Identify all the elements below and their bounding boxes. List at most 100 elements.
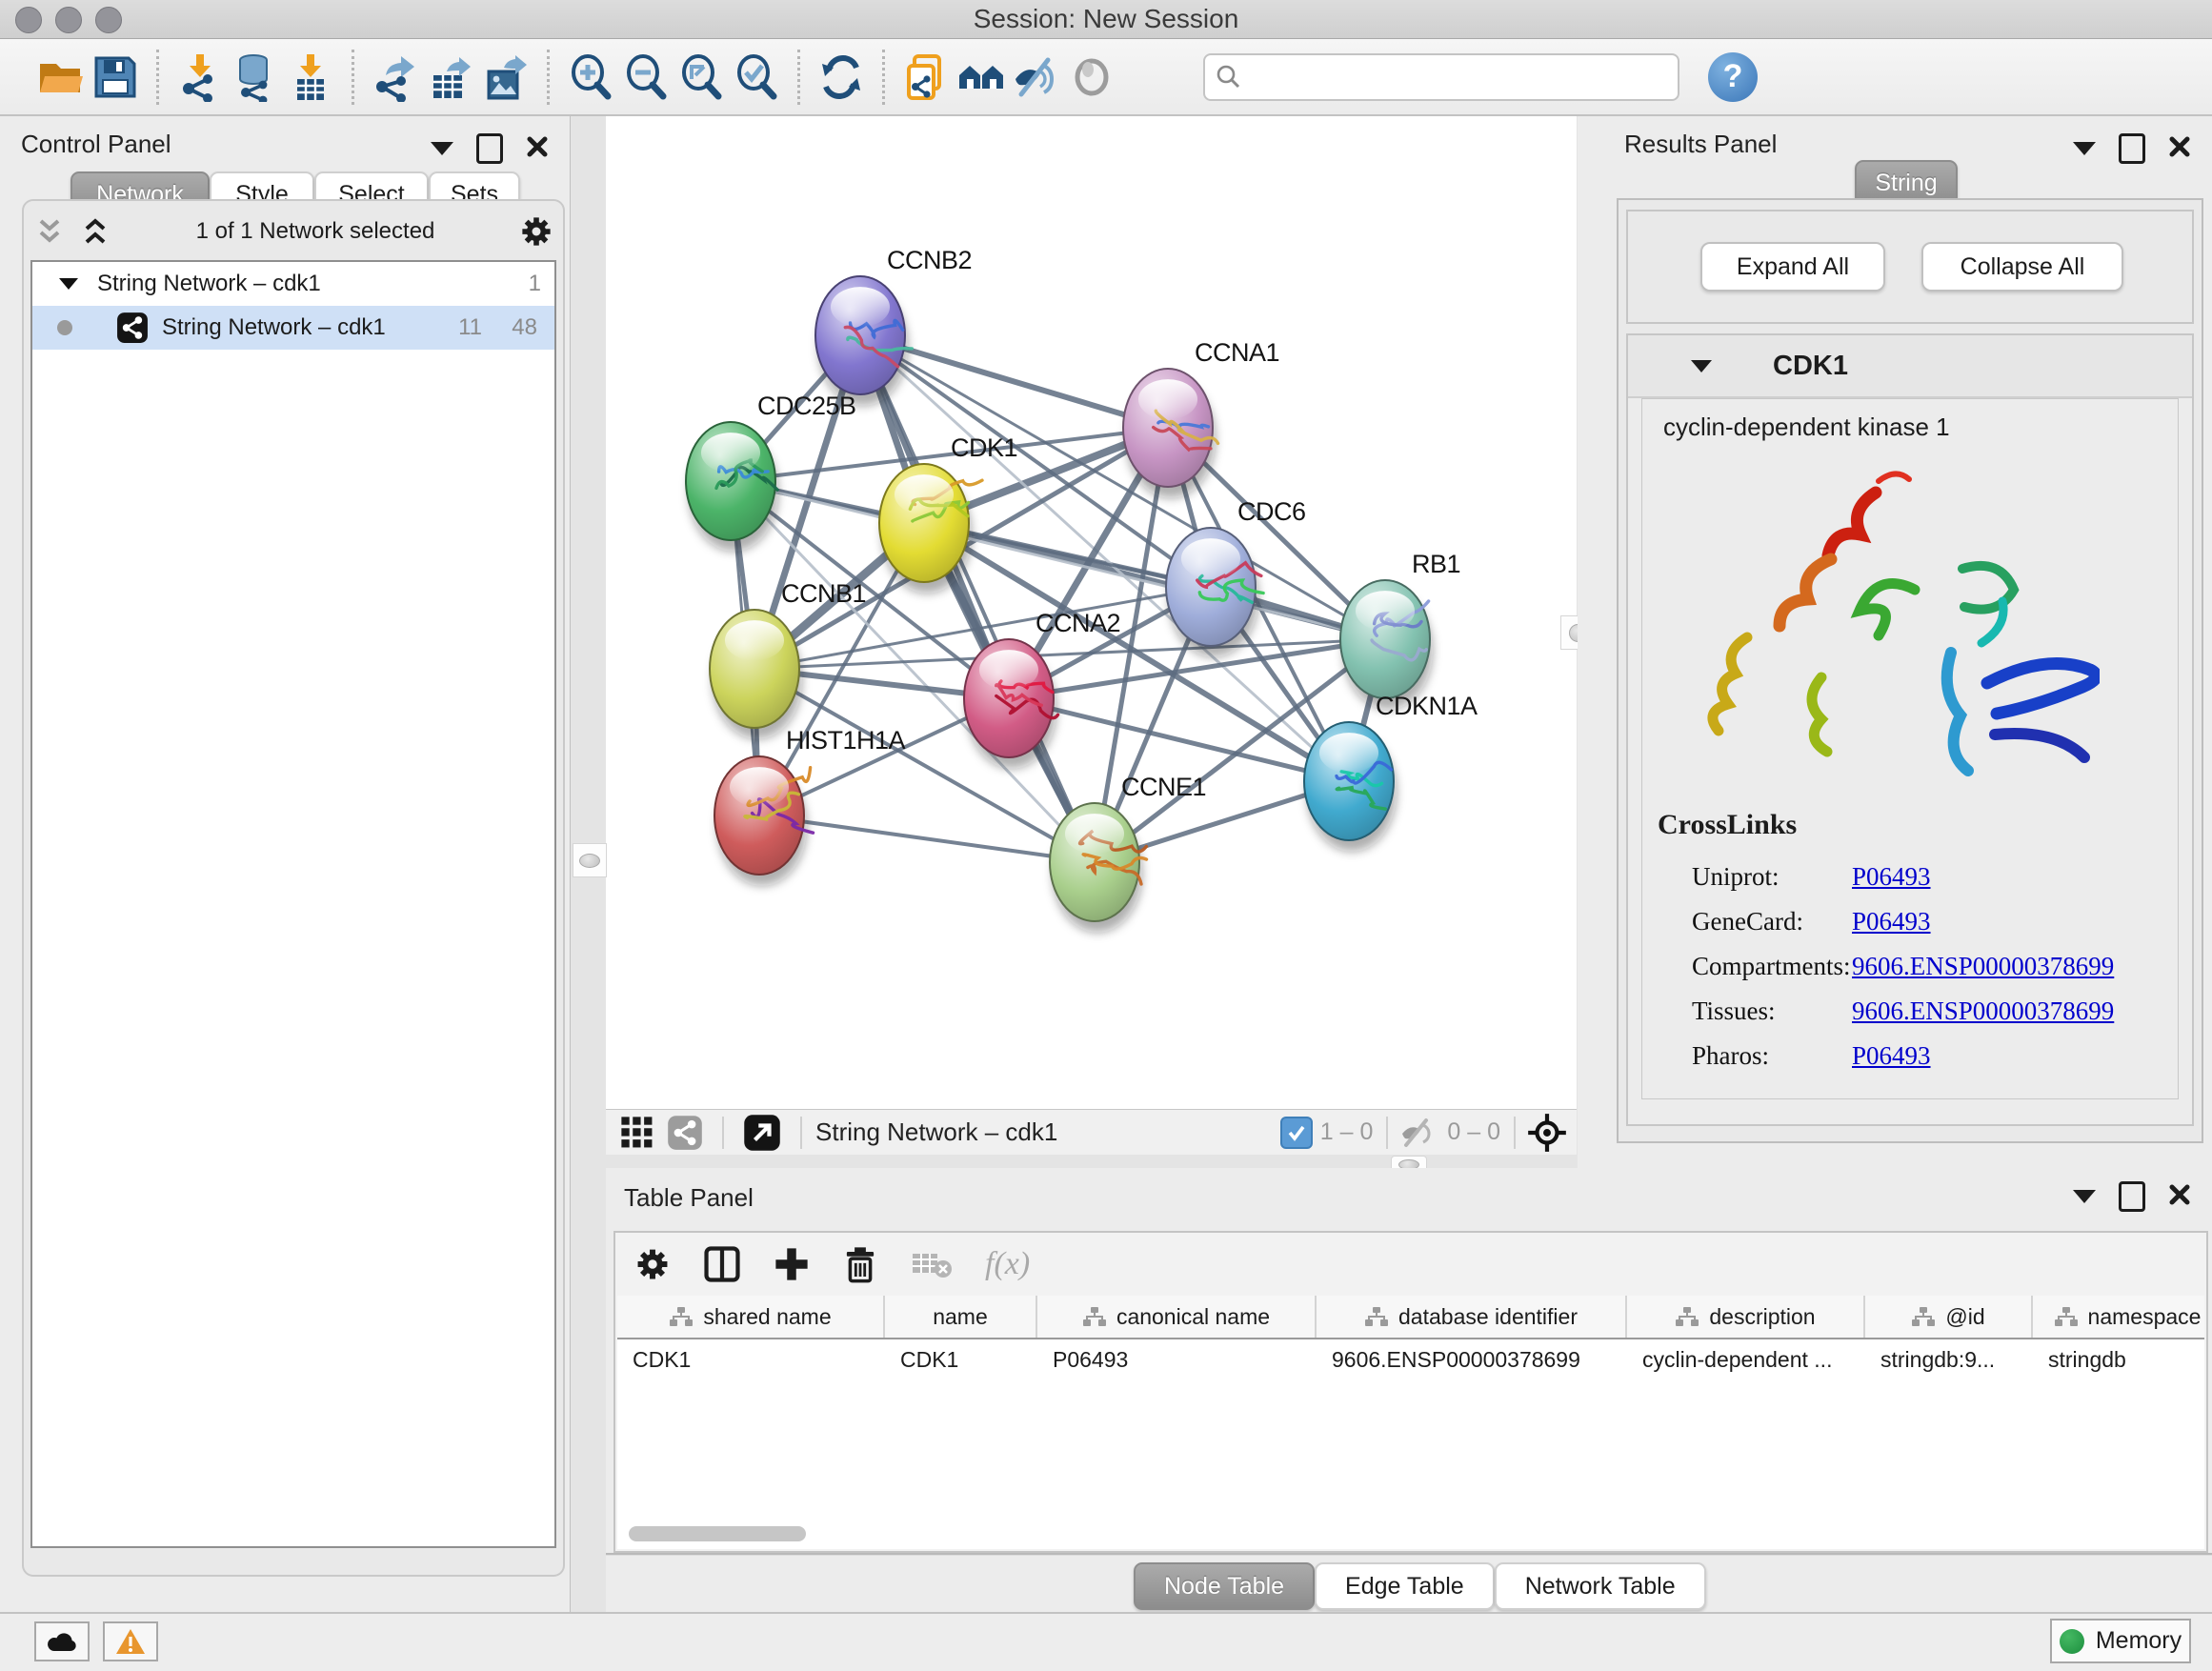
selected-checkbox-icon[interactable]	[1280, 1117, 1313, 1149]
float-panel-icon[interactable]	[2119, 1181, 2145, 1212]
toolbar-separator	[352, 50, 354, 105]
save-session-icon[interactable]	[88, 50, 143, 105]
column-header-canonical-name[interactable]: canonical name	[1037, 1296, 1317, 1338]
collapse-arrow-icon[interactable]	[59, 278, 78, 290]
tab-node-table[interactable]: Node Table	[1134, 1562, 1315, 1610]
column-header-shared-name[interactable]: shared name	[617, 1296, 885, 1338]
panel-menu-icon[interactable]	[431, 142, 453, 155]
crosslink-link[interactable]: P06493	[1852, 907, 1931, 936]
detach-view-icon[interactable]	[743, 1114, 781, 1152]
table-row[interactable]: CDK1CDK1P064939606.ENSP00000378699cyclin…	[617, 1339, 2204, 1379]
network-row-selected[interactable]: String Network – cdk1 11 48	[32, 306, 554, 350]
panel-menu-icon[interactable]	[2073, 1190, 2096, 1203]
horizontal-scrollbar[interactable]	[629, 1526, 806, 1541]
toolbar-separator	[156, 50, 159, 105]
table-cell[interactable]: stringdb	[2033, 1347, 2204, 1373]
import-network-file-icon[interactable]	[172, 50, 228, 105]
minimize-window-icon[interactable]	[55, 7, 82, 33]
grid-view-icon[interactable]	[619, 1115, 655, 1151]
export-table-icon[interactable]	[423, 50, 478, 105]
zoom-out-icon[interactable]	[618, 50, 674, 105]
close-panel-icon[interactable]	[2168, 135, 2191, 163]
panel-menu-icon[interactable]	[2073, 142, 2096, 155]
gene-card-header[interactable]: CDK1	[1628, 335, 2192, 398]
export-image-icon[interactable]	[478, 50, 533, 105]
column-header-namespace[interactable]: namespace	[2033, 1296, 2204, 1338]
vertical-splitter-grip[interactable]	[573, 843, 607, 877]
node-label: CCNA2	[1036, 609, 1120, 637]
export-network-icon[interactable]	[368, 50, 423, 105]
crosslink-link[interactable]: 9606.ENSP00000378699	[1852, 997, 2114, 1026]
warnings-button[interactable]	[103, 1621, 158, 1661]
column-header-database-identifier[interactable]: database identifier	[1317, 1296, 1627, 1338]
gear-icon[interactable]	[519, 214, 553, 249]
collapse-all-button[interactable]: Collapse All	[1921, 242, 2123, 292]
tab-network-table[interactable]: Network Table	[1495, 1562, 1706, 1610]
network-canvas[interactable]: CCNB2CCNA1CDC25BCDK1CDC6RB1CCNB1CCNA2CDK…	[606, 116, 1577, 1109]
zoom-fit-icon[interactable]	[674, 50, 729, 105]
network-collection-row[interactable]: String Network – cdk1 1	[32, 262, 554, 306]
node-label: CCNA1	[1195, 338, 1279, 367]
zoom-in-icon[interactable]	[563, 50, 618, 105]
node-label: CDK1	[951, 433, 1017, 462]
refresh-icon[interactable]	[814, 50, 869, 105]
expand-all-icon[interactable]	[79, 217, 111, 246]
import-network-database-icon[interactable]	[228, 50, 283, 105]
crosslink-label: Tissues:	[1692, 997, 1848, 1026]
node-table-box: f(x) shared namenamecanonical namedataba…	[613, 1231, 2208, 1553]
search-input[interactable]	[1243, 63, 1668, 91]
collapse-arrow-icon[interactable]	[1691, 360, 1712, 372]
show-all-networks-icon[interactable]	[954, 50, 1009, 105]
column-type-icon	[669, 1305, 694, 1328]
table-cell[interactable]: cyclin-dependent ...	[1627, 1347, 1865, 1373]
tab-edge-table[interactable]: Edge Table	[1315, 1562, 1495, 1610]
toolbar-separator	[882, 50, 885, 105]
zoom-selected-icon[interactable]	[729, 50, 784, 105]
delete-column-icon[interactable]	[842, 1245, 878, 1283]
column-header-description[interactable]: description	[1627, 1296, 1865, 1338]
toolbar-separator	[797, 50, 800, 105]
show-columns-icon[interactable]	[703, 1245, 741, 1283]
cloud-button[interactable]	[34, 1621, 90, 1661]
column-header-name[interactable]: name	[885, 1296, 1037, 1338]
network-view-mode-icon[interactable]	[667, 1115, 703, 1151]
column-header-@id[interactable]: @id	[1865, 1296, 2033, 1338]
import-table-file-icon[interactable]	[283, 50, 338, 105]
add-column-icon[interactable]	[774, 1246, 810, 1282]
open-session-icon[interactable]	[32, 50, 88, 105]
crosslink-row: Uniprot:P06493	[1642, 855, 2178, 899]
table-gear-icon[interactable]	[634, 1246, 671, 1282]
expand-all-button[interactable]: Expand All	[1700, 242, 1885, 292]
crosslink-link[interactable]: P06493	[1852, 1041, 1931, 1071]
grey-ball-icon[interactable]	[1064, 50, 1119, 105]
help-icon[interactable]: ?	[1708, 52, 1758, 102]
clone-network-icon[interactable]	[898, 50, 954, 105]
memory-button[interactable]: Memory	[2050, 1619, 2191, 1663]
gene-name: CDK1	[1773, 351, 1848, 382]
memory-label: Memory	[2096, 1627, 2182, 1655]
crosslink-label: Compartments:	[1692, 952, 1848, 981]
collapse-all-icon[interactable]	[33, 217, 66, 246]
close-window-icon[interactable]	[15, 7, 42, 33]
table-cell[interactable]: stringdb:9...	[1865, 1347, 2033, 1373]
network-list-box: 1 of 1 Network selected String Network –…	[22, 199, 565, 1577]
table-cell[interactable]: P06493	[1037, 1347, 1317, 1373]
column-type-icon	[1364, 1305, 1389, 1328]
table-cell[interactable]: 9606.ENSP00000378699	[1317, 1347, 1627, 1373]
hide-selected-eye-icon[interactable]	[1009, 50, 1064, 105]
close-panel-icon[interactable]	[526, 135, 549, 163]
crosslink-label: Uniprot:	[1692, 862, 1848, 892]
float-panel-icon[interactable]	[2119, 133, 2145, 164]
float-panel-icon[interactable]	[476, 133, 503, 164]
column-type-icon	[1082, 1305, 1107, 1328]
control-panel: Control Panel Network Style Select Sets …	[0, 116, 571, 1612]
crosslink-link[interactable]: 9606.ENSP00000378699	[1852, 952, 2114, 981]
close-panel-icon[interactable]	[2168, 1183, 2191, 1211]
status-bar: Memory	[0, 1612, 2212, 1671]
maximize-window-icon[interactable]	[95, 7, 122, 33]
table-cell[interactable]: CDK1	[885, 1347, 1037, 1373]
crosslink-link[interactable]: P06493	[1852, 862, 1931, 892]
cloud-icon	[46, 1629, 78, 1654]
birdseye-target-icon[interactable]	[1527, 1113, 1567, 1153]
table-cell[interactable]: CDK1	[617, 1347, 885, 1373]
